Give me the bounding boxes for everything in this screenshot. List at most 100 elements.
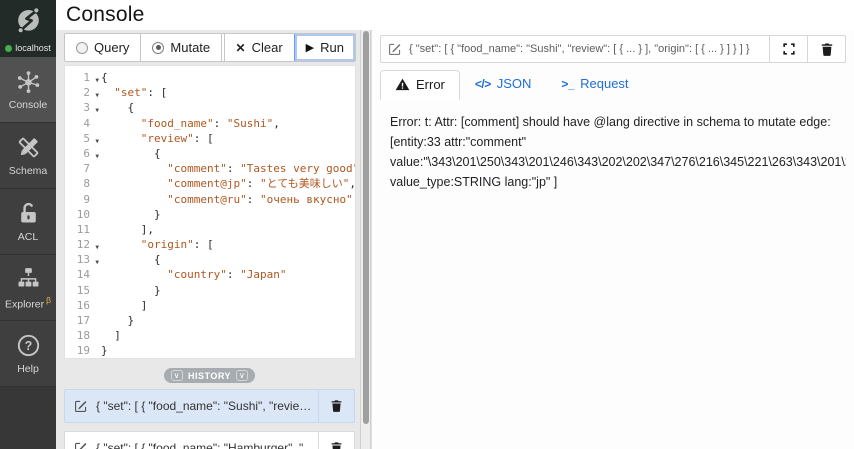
editor-code: ]: [101, 328, 121, 343]
editor-line: 16 ]: [65, 298, 355, 313]
run-button-label: Run: [320, 40, 344, 55]
editor-line: 1▼{: [65, 70, 355, 85]
mutation-summary-bar: { "set": [ { "food_name": "Sushi", "revi…: [380, 35, 846, 63]
editor-code: "set": [: [101, 85, 167, 100]
delete-history-button[interactable]: [318, 390, 354, 422]
history-item[interactable]: { "set": [ { "food_name": "Sushi", "revi…: [64, 389, 355, 423]
expand-button[interactable]: [769, 36, 807, 62]
editor-line: 18 ]: [65, 328, 355, 343]
line-number: 9: [65, 192, 101, 207]
history-item[interactable]: { "set": [ { "food_name": "Hamburger", "…: [64, 431, 355, 449]
app-root: localhost ConsoleSchemaACLExplorerβ?Help…: [0, 0, 854, 449]
graph-icon: [15, 68, 41, 94]
trash-icon: [330, 399, 343, 413]
result-tabs: Error </>JSON >_ Request: [380, 69, 846, 99]
sidebar-filler: [0, 387, 56, 449]
line-number: 10: [65, 207, 101, 222]
sidebar-item-explorer[interactable]: Explorerβ: [0, 255, 56, 321]
line-number: 13▼: [65, 252, 101, 267]
mutate-mode-radio[interactable]: Mutate: [141, 34, 222, 61]
editor-code: }: [101, 207, 161, 222]
terminal-icon: >_: [561, 77, 574, 91]
code-icon: </>: [475, 77, 491, 91]
editor-line: 9 "comment@ru": "очень вкусно": [65, 192, 355, 207]
mode-toggle: Query Mutate: [65, 34, 222, 61]
editor-code: ]: [101, 298, 147, 313]
chevron-down-icon: ∨: [236, 370, 248, 381]
connection-label: localhost: [15, 43, 51, 53]
sidebar-item-console[interactable]: Console: [0, 57, 56, 123]
tab-request[interactable]: >_ Request: [546, 69, 643, 99]
mode-label: Query: [94, 40, 129, 55]
line-number: 5▼: [65, 131, 101, 146]
editor-code: "comment@jp": "とても美味しい",: [101, 176, 356, 191]
editor-code: "food_name": "Sushi",: [101, 116, 280, 131]
warning-icon: [395, 77, 410, 92]
editor-code: {: [101, 252, 161, 267]
sidebar-item-schema[interactable]: Schema: [0, 123, 56, 189]
editor-code: "comment": "Tastes very good",: [101, 161, 356, 176]
edit-icon: [74, 399, 88, 413]
editor-line: 13▼ {: [65, 252, 355, 267]
history-item-text: { "set": [ { "food_name": "Sushi", "revi…: [96, 399, 318, 413]
trash-icon: [330, 441, 343, 449]
scrollbar-thumb[interactable]: [363, 31, 369, 424]
tab-label: Error: [416, 77, 445, 92]
help-circle-icon: ?: [15, 332, 41, 358]
page-header: Console: [56, 0, 854, 30]
panel-scrollbar[interactable]: [360, 30, 371, 449]
connection-section[interactable]: localhost: [0, 0, 56, 57]
delete-history-button[interactable]: [318, 432, 354, 449]
editor-line: 15 }: [65, 283, 355, 298]
sidebar-item-label: ACL: [18, 231, 38, 243]
line-number: 16: [65, 298, 101, 313]
sidebar-item-help[interactable]: ? Help: [0, 321, 56, 387]
line-number: 1▼: [65, 70, 101, 85]
sidebar-item-label: Explorerβ: [5, 295, 51, 311]
line-number: 3▼: [65, 100, 101, 115]
editor-line: 14 "country": "Japan": [65, 267, 355, 282]
delete-result-button[interactable]: [807, 36, 845, 62]
line-number: 8: [65, 176, 101, 191]
history-label: HISTORY: [188, 371, 231, 381]
radio-icon: [152, 42, 164, 54]
run-button[interactable]: ▶ Run: [294, 34, 355, 61]
query-panel: QueryMutate ✕ Clear ▶ Run 1▼{2▼ "set": […: [56, 30, 356, 449]
tab-error[interactable]: Error: [380, 70, 460, 100]
line-number: 2▼: [65, 85, 101, 100]
line-number: 6▼: [65, 146, 101, 161]
tab-json[interactable]: </>JSON: [460, 69, 547, 99]
editor-line: 3▼ {: [65, 100, 355, 115]
history-list: { "set": [ { "food_name": "Sushi", "revi…: [64, 389, 355, 449]
sidebar-item-acl[interactable]: ACL: [0, 189, 56, 255]
play-icon: ▶: [306, 41, 314, 54]
main-area: Console Query Mutate ✕ Clear ▶ Run: [56, 0, 854, 449]
mode-label: Mutate: [170, 40, 210, 55]
editor-line: 11 ],: [65, 222, 355, 237]
query-mode-radio[interactable]: Query: [65, 34, 141, 61]
line-number: 11: [65, 222, 101, 237]
clear-button[interactable]: ✕ Clear: [224, 34, 294, 61]
sidebar-nav: ConsoleSchema ACL Explorerβ? Help: [0, 57, 56, 387]
clear-button-label: Clear: [252, 40, 283, 55]
sidebar-item-label: Help: [17, 363, 39, 375]
history-item-text: { "set": [ { "food_name": "Hamburger", "…: [96, 441, 318, 449]
dgraph-logo-icon: [12, 3, 45, 36]
code-editor[interactable]: 1▼{2▼ "set": [3▼ {4 "food_name": "Sushi"…: [64, 65, 356, 359]
line-number: 4: [65, 116, 101, 131]
history-toggle[interactable]: ∨ HISTORY ∨: [164, 368, 256, 383]
unlock-icon: [15, 200, 41, 226]
editor-code: ],: [101, 222, 154, 237]
editor-code: "review": [: [101, 131, 214, 146]
history-section: ∨ HISTORY ∨ { "set": [ { "food_name": "S…: [64, 368, 356, 449]
editor-line: 5▼ "review": [: [65, 131, 355, 146]
editor-line: 10 }: [65, 207, 355, 222]
sitemap-icon: [15, 264, 41, 290]
result-panel: { "set": [ { "food_name": "Sushi", "revi…: [371, 30, 854, 449]
tab-label: Request: [580, 76, 628, 91]
beta-badge: β: [46, 295, 51, 305]
line-number: 15: [65, 283, 101, 298]
editor-line: 4 "food_name": "Sushi",: [65, 116, 355, 131]
mutation-summary-text[interactable]: { "set": [ { "food_name": "Sushi", "revi…: [409, 43, 769, 55]
query-toolbar: Query Mutate ✕ Clear ▶ Run: [64, 33, 356, 62]
